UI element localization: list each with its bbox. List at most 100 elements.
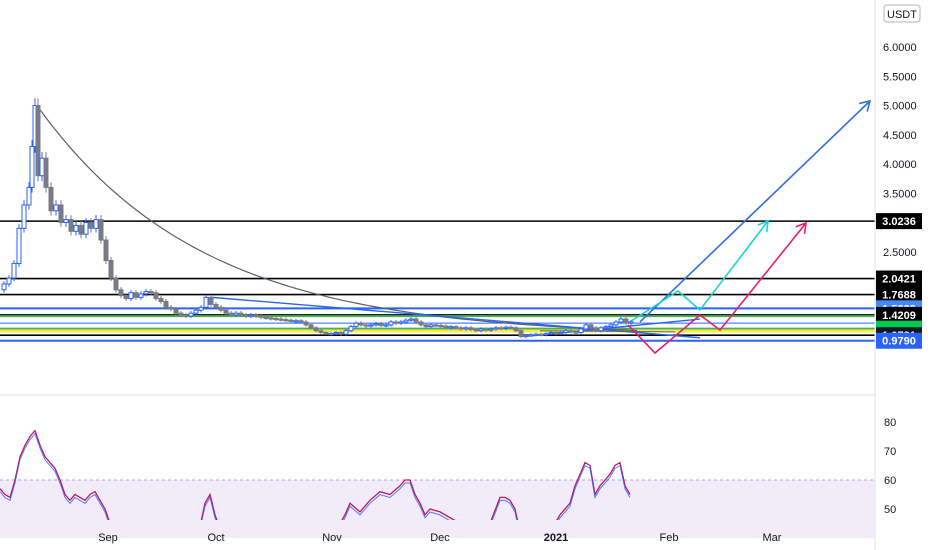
candle-body (1, 283, 7, 291)
candle-body (263, 316, 269, 319)
candle-body (68, 219, 74, 232)
candle-body (133, 292, 139, 298)
candle-body (368, 324, 374, 327)
chart: 6.0000 5.5000 5.0000 4.5000 4.0000 3.5000 2.50… (0, 0, 932, 550)
candle-body (593, 327, 599, 332)
candle-body (563, 330, 569, 333)
candle-body (353, 322, 359, 328)
candle-body (138, 293, 144, 298)
candle-body (153, 292, 159, 300)
candle-body (338, 331, 344, 335)
candle-body (148, 291, 154, 294)
candle-body (228, 312, 234, 316)
candle-body (183, 314, 189, 317)
candle-body (478, 328, 484, 332)
candle-body (103, 239, 109, 262)
candle-body (168, 306, 174, 310)
candle-body (78, 224, 84, 235)
candle-body (518, 330, 524, 338)
candle-body (413, 318, 419, 323)
time-tick-label: Nov (322, 532, 342, 544)
rsi-band (0, 480, 875, 538)
candle-body (288, 319, 294, 322)
rsi-tick-label: 80 (884, 417, 896, 429)
candle-body (178, 312, 184, 316)
candle-body (613, 321, 619, 326)
candle-body (193, 309, 199, 314)
candle-body (573, 331, 579, 334)
price-tick-label: 6.0000 (883, 42, 917, 54)
currency-label: USDT (887, 9, 917, 21)
time-tick-label: Feb (660, 532, 679, 544)
price-tick-label: 3.5000 (883, 188, 917, 200)
candle-body (508, 326, 514, 329)
candle-body (313, 327, 319, 332)
candle-body (218, 306, 224, 311)
candle-body (53, 204, 59, 212)
candle-body (16, 227, 22, 264)
candle-body (198, 306, 204, 311)
candle-body (6, 277, 12, 285)
rsi-tick-label: 70 (884, 446, 896, 458)
candle-body (628, 321, 634, 324)
candle-body (188, 312, 194, 317)
candle-body (223, 309, 229, 314)
candle-body (543, 333, 549, 336)
rsi-tick-label: 60 (884, 475, 896, 487)
time-tick-label: Oct (207, 532, 224, 544)
time-tick-label: Sep (98, 532, 118, 544)
candle-body (423, 324, 429, 328)
candle-body (618, 318, 624, 323)
price-tag-label: 1.4209 (882, 310, 916, 322)
candle-body (35, 105, 41, 177)
candle-body (588, 324, 594, 329)
candle-body (463, 327, 469, 330)
price-tag-label: 2.0421 (882, 274, 916, 286)
price-tag-label: 1.7688 (882, 290, 916, 302)
candle-body (378, 323, 384, 326)
candle-body (448, 326, 454, 329)
candle-body (468, 327, 474, 331)
candle-body (118, 289, 124, 297)
candle-body (623, 318, 629, 324)
candle-body (268, 317, 274, 320)
candle-body (108, 260, 114, 279)
candle-body (293, 320, 299, 323)
candle-body (388, 321, 394, 326)
candle-body (158, 298, 164, 302)
time-tick-label: 2021 (544, 532, 568, 544)
candle-body (39, 157, 45, 177)
candle-body (48, 186, 54, 212)
candle-body (323, 331, 329, 335)
candle-body (11, 262, 17, 279)
candle-body (258, 315, 264, 318)
candle-body (553, 331, 559, 335)
candle-body (343, 330, 349, 335)
candle-body (538, 333, 544, 336)
candle-body (483, 328, 489, 331)
candle-body (358, 322, 364, 326)
candle-body (458, 327, 464, 330)
candle-body (123, 295, 129, 300)
candle-body (528, 334, 534, 337)
candle-body (243, 314, 249, 317)
candle-body (43, 157, 49, 188)
candle-body (503, 326, 509, 329)
candle-body (513, 327, 519, 332)
candle-body (403, 319, 409, 323)
candle-body (523, 334, 529, 338)
candle-body (303, 321, 309, 326)
candle-body (498, 327, 504, 330)
candle-body (568, 330, 574, 333)
candle-body (83, 222, 89, 235)
candle-body (73, 224, 79, 232)
candle-body (348, 326, 354, 332)
candle-body (128, 292, 134, 300)
candle-body (113, 277, 119, 291)
candle-body (63, 219, 69, 223)
candle-body (278, 318, 284, 321)
candle-body (363, 324, 369, 327)
candle-body (373, 323, 379, 326)
candle-body (248, 314, 254, 317)
candle-body (488, 328, 494, 331)
